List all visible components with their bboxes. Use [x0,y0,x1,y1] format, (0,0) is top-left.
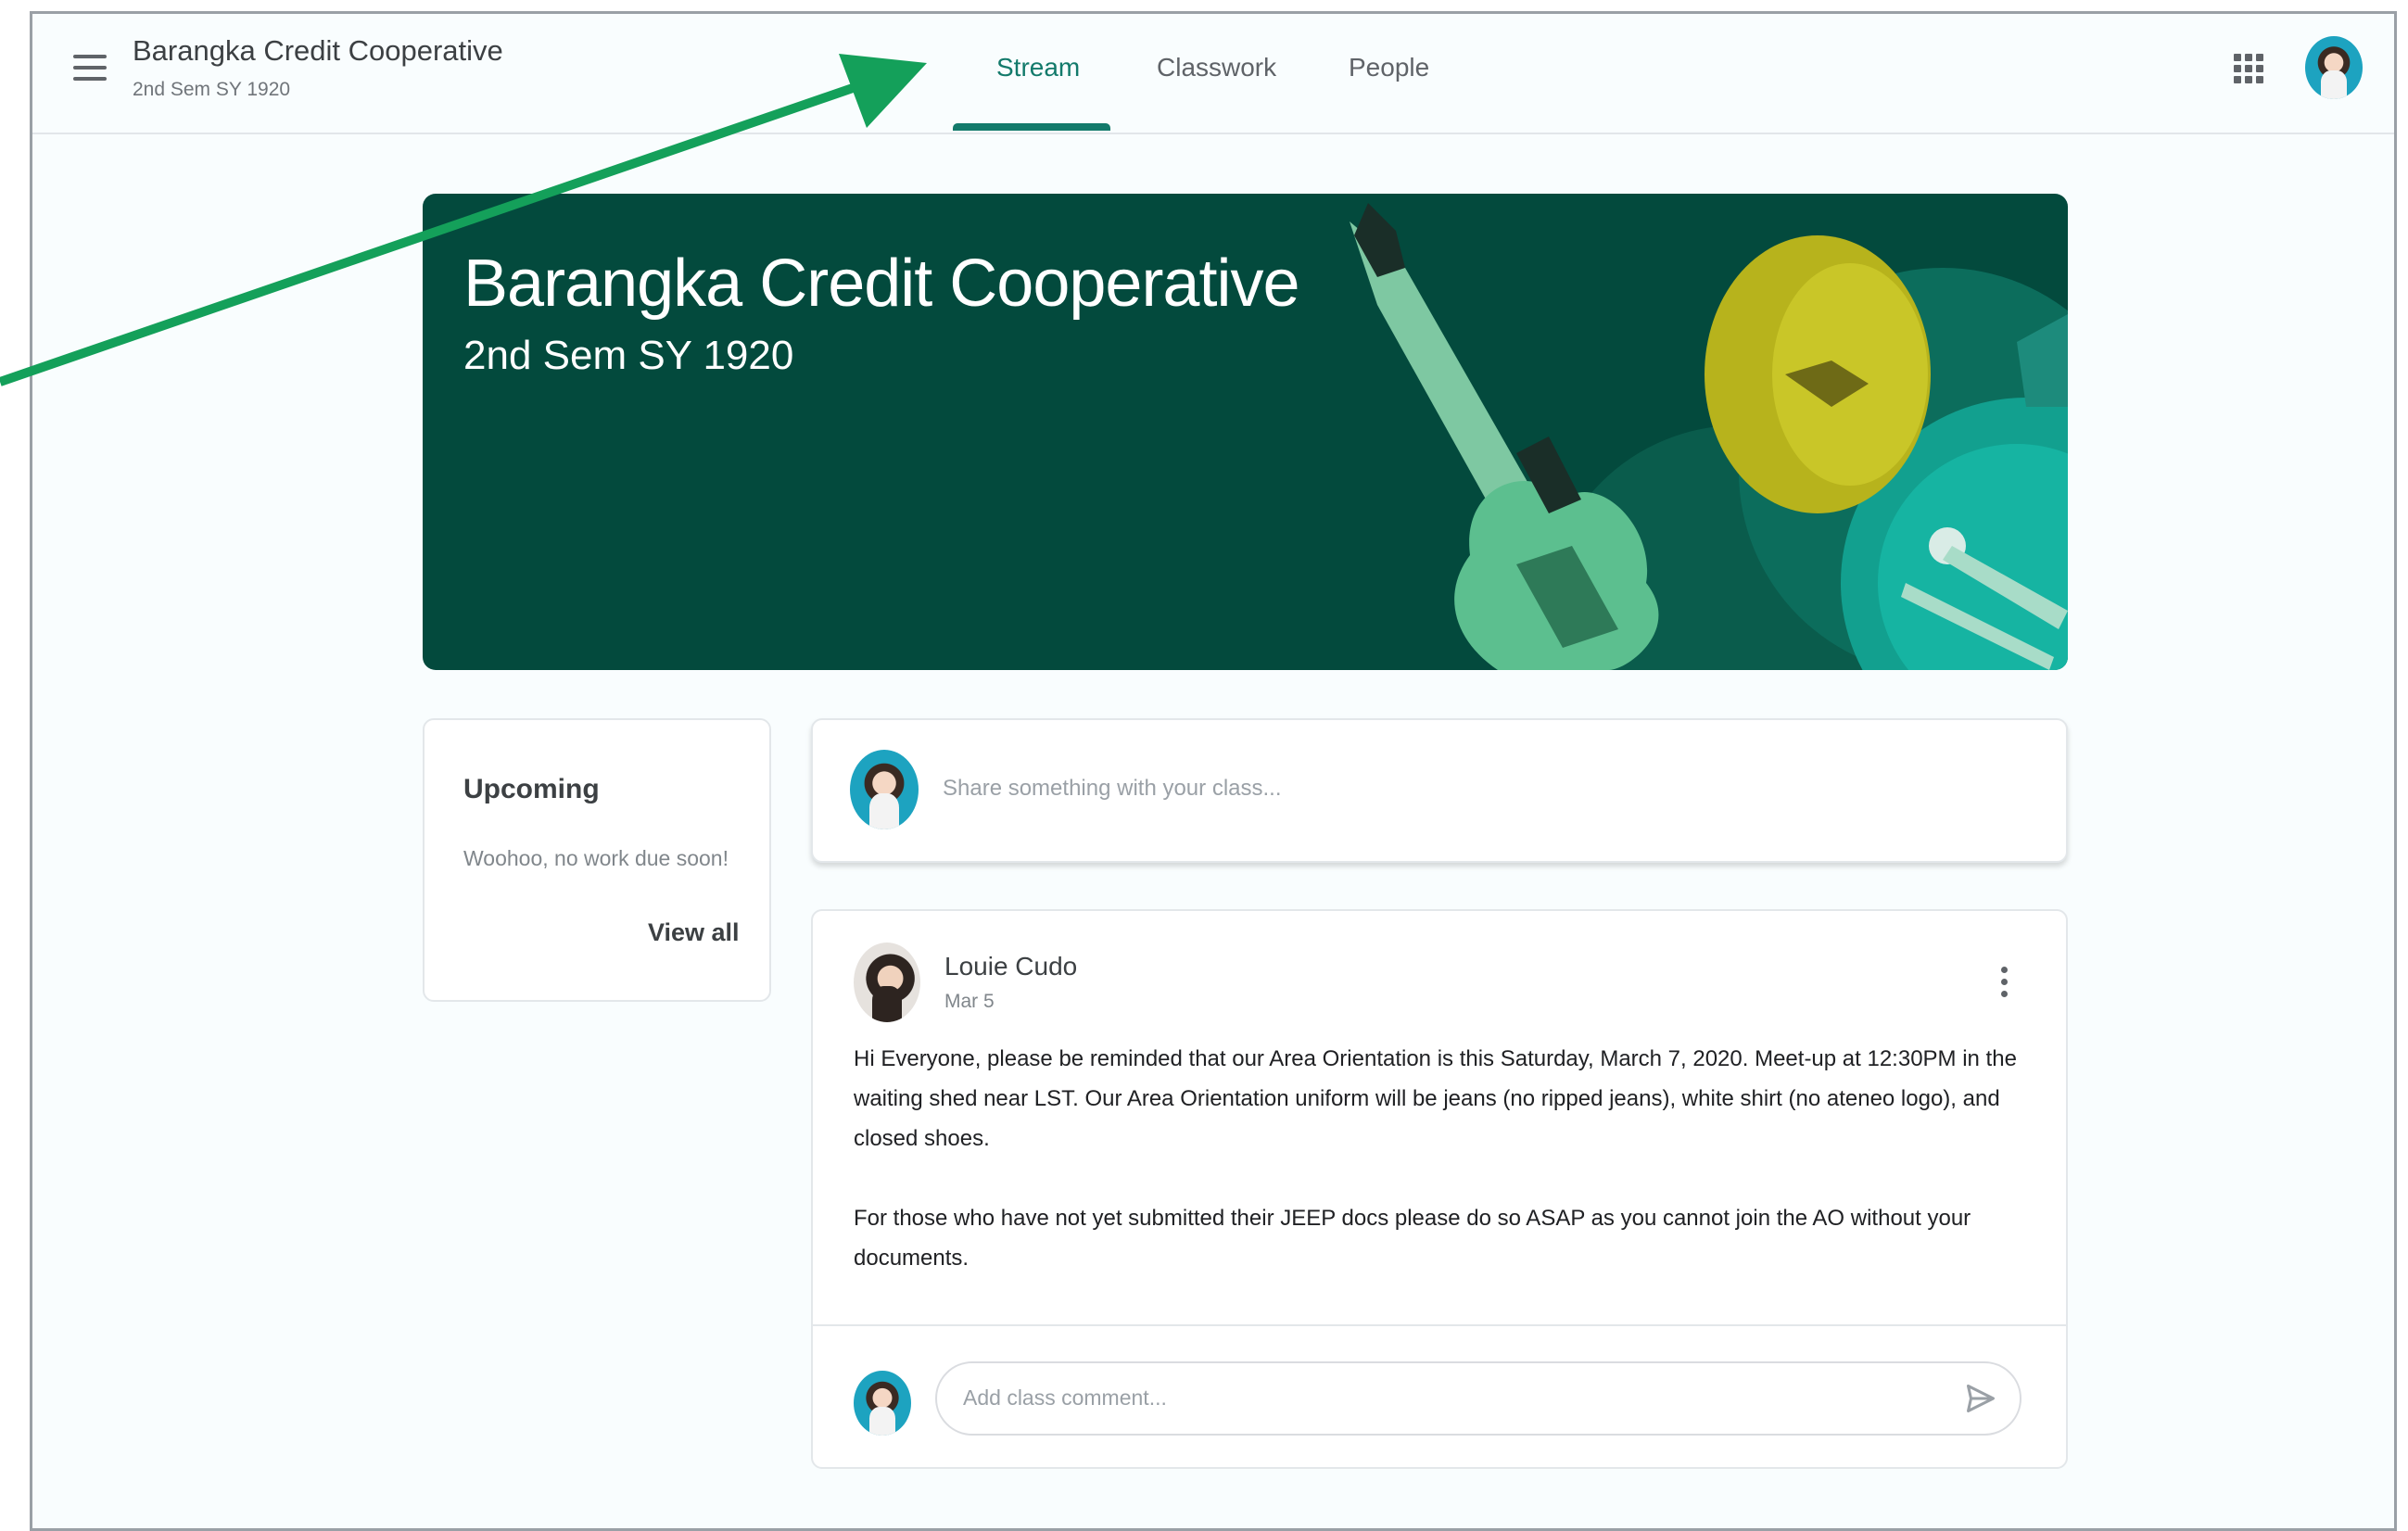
share-input-placeholder[interactable]: Share something with your class... [943,776,1282,802]
active-tab-indicator [953,123,1110,131]
post-author: Louie Cudo [944,952,1078,981]
tab-stream[interactable]: Stream [996,53,1080,82]
class-section: 2nd Sem SY 1920 [133,79,291,100]
tab-people[interactable]: People [1349,53,1429,82]
banner-title: Barangka Credit Cooperative [463,247,1300,321]
comment-input[interactable]: Add class comment... [935,1361,2021,1436]
comment-placeholder: Add class comment... [963,1385,1167,1410]
post-body: Hi Everyone, please be reminded that our… [854,1039,2031,1318]
upcoming-card: Upcoming Woohoo, no work due soon! View … [423,718,771,1002]
announcement-post: Louie Cudo Mar 5 Hi Everyone, please be … [811,909,2068,1469]
commenter-avatar [854,1371,911,1436]
class-name[interactable]: Barangka Credit Cooperative [133,34,503,68]
upcoming-title: Upcoming [463,774,600,804]
share-box[interactable]: Share something with your class... [811,718,2068,863]
more-vert-icon[interactable] [2001,967,2009,1004]
top-bar: Barangka Credit Cooperative 2nd Sem SY 1… [32,14,2394,134]
view-all-link[interactable]: View all [648,918,740,947]
tab-classwork[interactable]: Classwork [1157,53,1276,82]
account-avatar[interactable] [2305,36,2363,99]
post-paragraph: Hi Everyone, please be reminded that our… [854,1046,2017,1151]
class-banner: Barangka Credit Cooperative 2nd Sem SY 1… [423,194,2068,670]
divider [813,1324,2066,1326]
menu-icon[interactable] [73,55,107,82]
banner-subtitle: 2nd Sem SY 1920 [463,333,794,378]
post-date: Mar 5 [944,991,995,1012]
author-avatar [854,943,920,1022]
post-paragraph: For those who have not yet submitted the… [854,1206,1971,1271]
apps-grid-icon[interactable] [2234,54,2263,83]
user-avatar [850,750,919,829]
send-icon[interactable] [1964,1382,1997,1415]
app-window: Barangka Credit Cooperative 2nd Sem SY 1… [30,11,2397,1531]
upcoming-message: Woohoo, no work due soon! [463,846,729,870]
